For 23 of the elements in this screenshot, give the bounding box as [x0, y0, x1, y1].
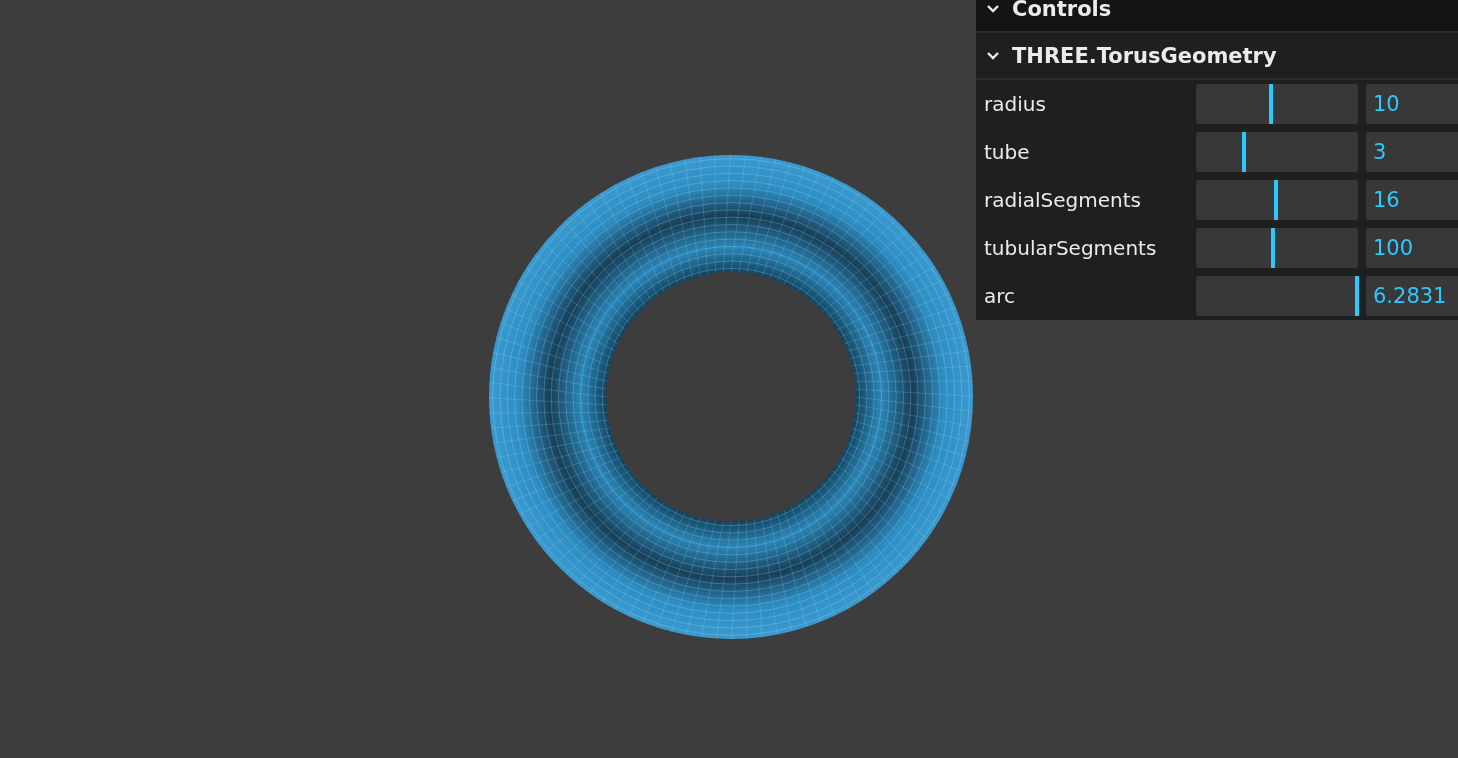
number-field[interactable]: 6.2831: [1366, 276, 1458, 316]
slider-thumb[interactable]: [1270, 228, 1275, 268]
slider-thumb[interactable]: [1241, 132, 1246, 172]
number-field[interactable]: 100: [1366, 228, 1458, 268]
control-label: radius: [984, 92, 1047, 116]
chevron-icon: [986, 50, 1000, 61]
number-field[interactable]: 16: [1366, 180, 1458, 220]
folder-header[interactable]: Controls: [976, 0, 1458, 33]
chevron-icon: [986, 3, 1000, 14]
slider-thumb[interactable]: [1355, 276, 1359, 316]
slider[interactable]: [1195, 84, 1358, 124]
slider[interactable]: [1195, 228, 1358, 268]
slider-thumb[interactable]: [1269, 84, 1274, 124]
number-field[interactable]: 10: [1366, 84, 1458, 124]
control-label: arc: [984, 284, 1017, 308]
control-label: tube: [984, 140, 1031, 164]
number-field[interactable]: 3: [1366, 132, 1458, 172]
slider[interactable]: [1195, 276, 1358, 316]
slider-thumb[interactable]: [1273, 180, 1278, 220]
slider[interactable]: [1195, 132, 1358, 172]
control-label: tubularSegments: [984, 236, 1158, 260]
control-label: radialSegments: [984, 188, 1142, 212]
slider[interactable]: [1195, 180, 1358, 220]
